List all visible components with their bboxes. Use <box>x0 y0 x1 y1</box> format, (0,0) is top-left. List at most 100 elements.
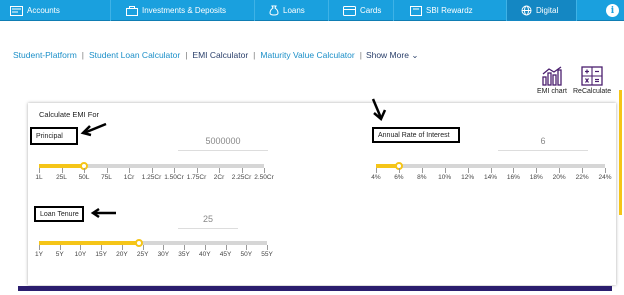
tenure-slider-fill <box>39 241 140 245</box>
rate-tick-mark <box>398 168 400 173</box>
nav-rewardz[interactable]: SBI Rewardz <box>410 0 473 21</box>
principal-tick-mark <box>106 168 108 173</box>
calculator-subnav: Student-Platform | Student Loan Calculat… <box>13 49 418 61</box>
tenure-tick-mark <box>163 245 165 250</box>
rate-tick-mark <box>559 168 561 173</box>
subnav-emi-calculator[interactable]: EMI Calculator <box>192 50 248 60</box>
rate-tick-label: 18% <box>529 174 543 181</box>
principal-tick-label: 2.25Cr <box>231 174 252 181</box>
subnav-maturity-value-calculator[interactable]: Maturity Value Calculator <box>260 50 354 60</box>
tenure-tick-label: 55Y <box>261 251 273 258</box>
tenure-tick-label: 45Y <box>219 251 232 258</box>
tenure-tick-mark <box>121 245 123 250</box>
info-icon[interactable]: i <box>606 4 619 17</box>
rate-tick-label: 8% <box>417 174 427 181</box>
principal-tick-mark <box>196 168 198 173</box>
principal-tick-label: 1Cr <box>123 174 135 181</box>
nav-investments[interactable]: Investments & Deposits <box>126 0 226 21</box>
tenure-tick-label: 1Y <box>35 251 43 258</box>
nav-loans[interactable]: Loans <box>269 0 305 21</box>
tenure-tick-label: 10Y <box>74 251 87 258</box>
rate-tick-mark <box>444 168 446 173</box>
tenure-tick-mark <box>59 245 61 250</box>
interest-rate-input[interactable]: 6 <box>498 136 588 146</box>
principal-tick-label: 50L <box>78 174 90 181</box>
tenure-tick-label: 50Y <box>240 251 253 258</box>
rate-tick-label: 24% <box>598 174 612 181</box>
investments-icon <box>126 5 138 16</box>
show-more-label: Show More <box>365 49 409 60</box>
interest-rate-input-underline <box>498 150 588 151</box>
nav-digital[interactable]: Digital <box>507 0 576 21</box>
emi-chart-button[interactable]: EMI chart <box>537 66 567 95</box>
principal-input[interactable]: 5000000 <box>178 136 268 146</box>
nav-divider <box>576 0 577 21</box>
nav-divider <box>328 0 329 21</box>
tenure-tick-label: 35Y <box>178 251 190 258</box>
left-arrow-icon <box>90 207 116 219</box>
nav-loans-label: Loans <box>283 6 305 15</box>
rate-tick-label: 4% <box>371 174 381 181</box>
tenure-tick-mark <box>225 245 227 250</box>
digital-icon <box>521 5 532 16</box>
rate-tick-mark <box>605 168 606 173</box>
nav-accounts-label: Accounts <box>27 6 60 15</box>
loan-tenure-input[interactable]: 25 <box>178 214 238 224</box>
nav-divider <box>110 0 111 21</box>
nav-rewardz-label: SBI Rewardz <box>426 6 473 15</box>
loan-tenure-input-underline <box>178 228 238 229</box>
rate-tick-mark <box>376 168 377 173</box>
nav-divider <box>393 0 394 21</box>
rate-tick-mark <box>513 168 515 173</box>
rate-tick-label: 6% <box>394 174 404 181</box>
loan-tenure-label: Loan Tenure <box>34 206 84 222</box>
bar-chart-icon <box>542 66 562 86</box>
rate-tick-mark <box>490 168 492 173</box>
calculator-title: Calculate EMI For <box>39 110 100 119</box>
subnav-separator: | <box>253 50 256 60</box>
principal-tick-label: 1.50Cr <box>164 174 184 181</box>
loans-icon <box>269 5 279 16</box>
rate-tick-label: 20% <box>552 174 566 181</box>
principal-tick-label: 1L <box>35 174 43 181</box>
interest-rate-label: Annual Rate of Interest <box>372 127 460 143</box>
cards-icon <box>343 5 356 16</box>
tenure-tick-mark <box>101 245 103 250</box>
subnav-student-loan-calculator[interactable]: Student Loan Calculator <box>89 50 180 60</box>
principal-tick-label: 2Cr <box>213 174 225 181</box>
nav-divider <box>254 0 255 21</box>
rate-tick-label: 16% <box>506 174 520 181</box>
rate-tick-mark <box>421 168 423 173</box>
recalculate-label: ReCalculate <box>573 88 612 95</box>
principal-tick-mark <box>84 168 85 173</box>
subnav-student-platform[interactable]: Student-Platform <box>13 50 77 60</box>
left-arrow-icon <box>80 122 107 137</box>
rate-tick-mark <box>467 168 469 173</box>
top-navigation: Accounts Investments & Deposits Loans Ca… <box>0 0 624 21</box>
nav-cards[interactable]: Cards <box>343 0 381 21</box>
nav-accounts[interactable]: Accounts <box>10 0 60 21</box>
rate-tick-label: 10% <box>438 174 452 181</box>
rate-tick-label: 14% <box>483 174 498 181</box>
principal-input-underline <box>178 150 268 151</box>
subnav-separator: | <box>359 50 362 60</box>
principal-label: Principal <box>30 127 78 145</box>
tenure-tick-mark <box>267 245 268 250</box>
principal-tick-mark <box>39 168 40 173</box>
down-arrow-icon <box>371 98 387 122</box>
emi-chart-label: EMI chart <box>537 88 567 95</box>
tenure-tick-label: 20Y <box>116 251 128 258</box>
emi-calculator-page: Accounts Investments & Deposits Loans Ca… <box>0 0 624 295</box>
subnav-separator: | <box>185 50 188 60</box>
principal-tick-mark <box>129 168 130 173</box>
tenure-tick-mark <box>142 245 144 250</box>
recalculate-button[interactable]: ReCalculate <box>573 66 611 95</box>
accounts-icon <box>10 5 23 16</box>
nav-digital-label: Digital <box>536 6 559 15</box>
rate-tick-label: 22% <box>575 174 589 181</box>
show-more-dropdown[interactable]: Show More ⌄ <box>366 50 419 61</box>
tenure-tick-label: 25Y <box>136 251 149 258</box>
subnav-separator: | <box>81 50 84 60</box>
nav-investments-label: Investments & Deposits <box>142 6 227 15</box>
tenure-tick-mark <box>184 245 186 250</box>
